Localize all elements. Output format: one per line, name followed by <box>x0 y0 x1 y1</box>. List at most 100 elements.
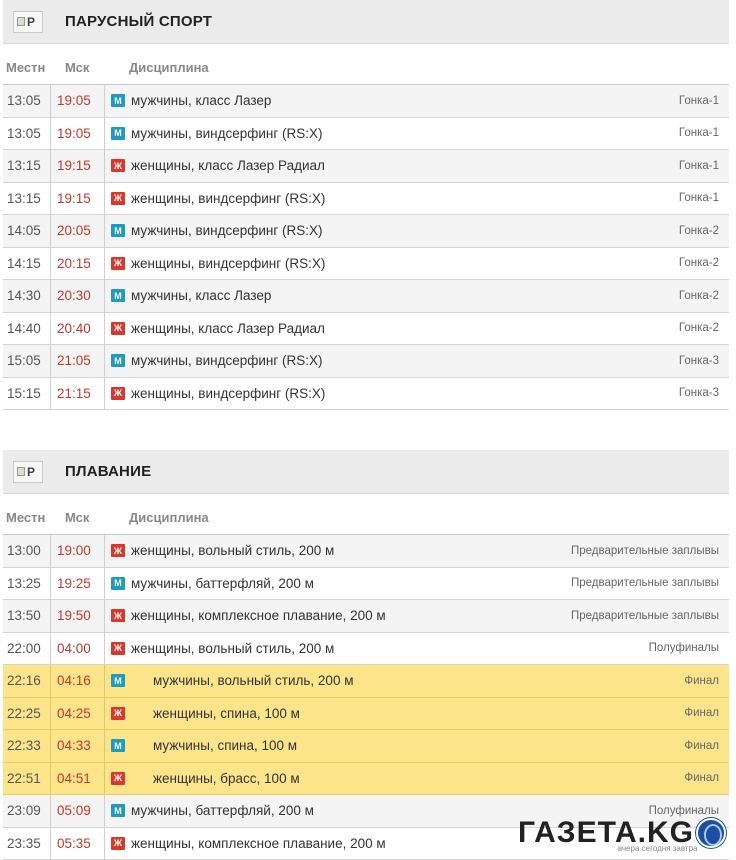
column-header-msk: Мск <box>65 59 90 75</box>
stage-cell: Предварительные заплывы <box>570 577 719 590</box>
discipline-text: мужчины, спина, 100 м <box>153 738 298 754</box>
site-watermark: ГАЗЕТА.KG вчера сегодня завтра <box>518 810 730 856</box>
discipline-text: мужчины, баттерфляй, 200 м <box>131 575 314 591</box>
discipline-cell: Ммужчины, баттерфляй, 200 м <box>105 576 571 591</box>
stage-cell: Финал <box>684 739 719 752</box>
table-row[interactable]: 22:00 04:00 Жженщины, вольный стиль, 200 м… <box>3 632 729 665</box>
discipline-text: женщины, вольный стиль, 200 м <box>131 640 335 656</box>
male-badge-icon: М <box>111 354 125 368</box>
local-time-cell: 22:00 <box>3 632 51 664</box>
table-row[interactable]: 22:33 04:33 Ммужчины, спина, 100 м Финал <box>3 730 729 763</box>
table-row[interactable]: 15:05 21:05 Ммужчины, виндсерфинг (RS:X) Го… <box>3 345 729 378</box>
local-time-cell: 23:35 <box>3 827 51 859</box>
msk-time-cell: 04:51 <box>51 762 105 794</box>
msk-time-cell: 04:00 <box>51 632 105 664</box>
stage-cell: Финал <box>684 707 719 720</box>
discipline-text: женщины, спина, 100 м <box>153 705 300 721</box>
discipline-cell: Ммужчины, класс Лазер <box>105 93 679 108</box>
logo-alt-text: P <box>27 14 36 29</box>
schedule-section-swimming: P ПЛАВАНИЕ Местн Мск Дисциплина 13:00 19:… <box>3 450 729 860</box>
column-header-discipline: Дисциплина <box>129 509 209 525</box>
local-time-cell: 13:05 <box>3 117 51 149</box>
male-badge-icon: М <box>111 576 125 590</box>
msk-time-cell: 04:33 <box>51 730 105 762</box>
local-time-cell: 13:50 <box>3 600 51 632</box>
stage-cell: Финал <box>684 772 719 785</box>
schedule-section-sailing: P ПАРУСНЫЙ СПОРТ Местн Мск Дисциплина 13… <box>3 0 729 410</box>
discipline-cell: Жженщины, вольный стиль, 200 м <box>105 641 649 656</box>
discipline-text: мужчины, баттерфляй, 200 м <box>131 803 314 819</box>
table-row[interactable]: 13:05 19:05 Ммужчины, класс Лазер Гонка-1 <box>3 85 729 118</box>
table-row[interactable]: 14:15 20:15 Жженщины, виндсерфинг (RS:X) Го… <box>3 247 729 280</box>
msk-time-cell: 19:05 <box>51 117 105 149</box>
discipline-text: женщины, класс Лазер Радиал <box>131 320 325 336</box>
local-time-cell: 14:15 <box>3 247 51 279</box>
local-time-cell: 13:05 <box>3 85 51 117</box>
stage-cell: Гонка-1 <box>678 94 719 107</box>
msk-time-cell: 04:16 <box>51 665 105 697</box>
section-header: P ПАРУСНЫЙ СПОРТ <box>3 0 729 44</box>
table-row[interactable]: 22:25 04:25 Жженщины, спина, 100 м Финал <box>3 697 729 730</box>
discipline-text: мужчины, виндсерфинг (RS:X) <box>131 353 323 369</box>
table-row[interactable]: 14:30 20:30 Ммужчины, класс Лазер Гонка-2 <box>3 280 729 313</box>
male-badge-icon: М <box>111 126 125 140</box>
table-header: Местн Мск Дисциплина <box>3 50 729 85</box>
table-row[interactable]: 13:50 19:50 Жженщины, комплексное плавание… <box>3 600 729 633</box>
stage-cell: Гонка-1 <box>678 192 719 205</box>
discipline-cell: Жженщины, виндсерфинг (RS:X) <box>105 256 679 271</box>
table-row[interactable]: 13:00 19:00 Жженщины, вольный стиль, 200 м… <box>3 535 729 568</box>
msk-time-cell: 05:35 <box>51 827 105 859</box>
watermark-tagline: вчера сегодня завтра <box>618 844 698 853</box>
table-row[interactable]: 14:05 20:05 Ммужчины, виндсерфинг (RS:X) Го… <box>3 215 729 248</box>
table-row[interactable]: 13:25 19:25 Ммужчины, баттерфляй, 200 м Пре… <box>3 567 729 600</box>
msk-time-cell: 20:30 <box>51 280 105 312</box>
table-row[interactable]: 15:15 21:15 Жженщины, виндсерфинг (RS:X) Го… <box>3 377 729 410</box>
female-badge-icon: Ж <box>111 159 125 173</box>
male-badge-icon: М <box>111 804 125 818</box>
table-body: 13:05 19:05 Ммужчины, класс Лазер Гонка-1 13… <box>3 85 729 410</box>
discipline-cell: Ммужчины, виндсерфинг (RS:X) <box>105 223 679 238</box>
broken-image-icon <box>17 17 25 26</box>
female-badge-icon: Ж <box>111 641 125 655</box>
local-time-cell: 22:33 <box>3 730 51 762</box>
section-header: P ПЛАВАНИЕ <box>3 450 729 494</box>
msk-time-cell: 04:25 <box>51 697 105 729</box>
globe-icon <box>696 818 727 848</box>
table-row[interactable]: 14:40 20:40 Жженщины, класс Лазер Радиал Го… <box>3 312 729 345</box>
male-badge-icon: М <box>111 224 125 238</box>
discipline-text: женщины, вольный стиль, 200 м <box>131 543 335 559</box>
local-time-cell: 13:15 <box>3 150 51 182</box>
male-badge-icon: М <box>111 739 125 753</box>
female-badge-icon: Ж <box>111 544 125 558</box>
stage-cell: Финал <box>684 674 719 687</box>
female-badge-icon: Ж <box>111 256 125 270</box>
column-header-msk: Мск <box>65 509 90 525</box>
discipline-cell: Жженщины, класс Лазер Радиал <box>105 321 679 336</box>
discipline-text: мужчины, класс Лазер <box>131 288 272 304</box>
msk-time-cell: 19:00 <box>51 535 105 567</box>
discipline-text: женщины, виндсерфинг (RS:X) <box>131 190 326 206</box>
table-row[interactable]: 22:51 04:51 Жженщины, брасс, 100 м Финал <box>3 762 729 795</box>
table-row[interactable]: 22:16 04:16 Ммужчины, вольный стиль, 200 м… <box>3 665 729 698</box>
discipline-cell: Жженщины, вольный стиль, 200 м <box>105 543 571 558</box>
local-time-cell: 22:25 <box>3 697 51 729</box>
table-row[interactable]: 13:05 19:05 Ммужчины, виндсерфинг (RS:X) Го… <box>3 117 729 150</box>
female-badge-icon: Ж <box>111 191 125 205</box>
stage-cell: Гонка-3 <box>678 354 719 367</box>
discipline-text: женщины, комплексное плавание, 200 м <box>131 608 386 624</box>
table-row[interactable]: 13:15 19:15 Жженщины, класс Лазер Радиал Го… <box>3 150 729 183</box>
local-time-cell: 14:30 <box>3 280 51 312</box>
table-row[interactable]: 13:15 19:15 Жженщины, виндсерфинг (RS:X) Го… <box>3 182 729 215</box>
discipline-cell: Жженщины, комплексное плавание, 200 м <box>105 608 571 623</box>
discipline-cell: Жженщины, виндсерфинг (RS:X) <box>105 191 679 206</box>
discipline-text: женщины, виндсерфинг (RS:X) <box>131 385 326 401</box>
female-badge-icon: Ж <box>111 706 125 720</box>
discipline-cell: Жженщины, спина, 100 м <box>105 706 684 721</box>
local-time-cell: 15:05 <box>3 345 51 377</box>
stage-cell: Полуфиналы <box>648 642 719 655</box>
stage-cell: Гонка-3 <box>678 387 719 400</box>
local-time-cell: 13:00 <box>3 535 51 567</box>
female-badge-icon: Ж <box>111 609 125 623</box>
stage-cell: Гонка-1 <box>678 127 719 140</box>
discipline-cell: Ммужчины, виндсерфинг (RS:X) <box>105 126 679 141</box>
